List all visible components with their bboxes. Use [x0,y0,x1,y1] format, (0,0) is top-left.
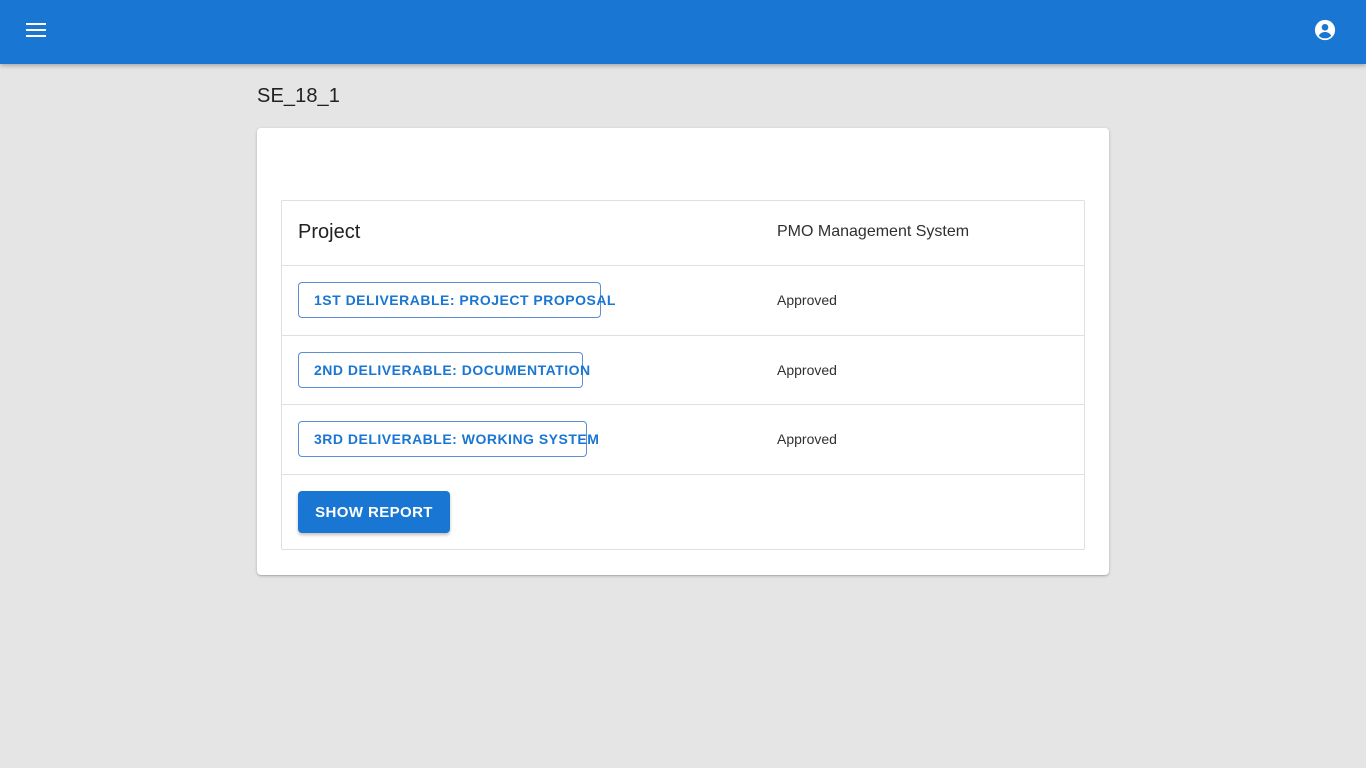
deliverable-2-button[interactable]: 2nd Deliverable: Documentation [298,352,590,388]
account-circle-icon [1314,19,1336,46]
deliverable-2-status: Approved [777,362,837,378]
table-header-row: Project PMO Management System [282,201,1084,266]
account-button[interactable] [1307,14,1343,50]
deliverable-3-button[interactable]: 3rd Deliverable: Working System [298,421,599,457]
project-card: Project PMO Management System 1st Delive… [257,128,1109,575]
project-label: Project [298,221,361,243]
table-footer-cell: Show Report [282,475,762,550]
menu-icon [26,22,46,42]
show-report-button[interactable]: Show Report [298,491,450,533]
table-row: 3rd Deliverable: Working System Approved [282,405,1084,475]
table-row: 2nd Deliverable: Documentation Approved [282,336,1084,405]
deliverable-1-status: Approved [777,292,837,308]
deliverables-table: Project PMO Management System 1st Delive… [281,200,1085,550]
deliverable-3-status: Approved [777,431,837,447]
project-name: PMO Management System [777,223,970,240]
table-row: 1st Deliverable: Project Proposal Approv… [282,266,1084,336]
page-title: SE_18_1 [257,85,340,107]
deliverable-1-button[interactable]: 1st Deliverable: Project Proposal [298,282,615,318]
app-bar [0,0,1366,64]
menu-button[interactable] [18,14,54,50]
